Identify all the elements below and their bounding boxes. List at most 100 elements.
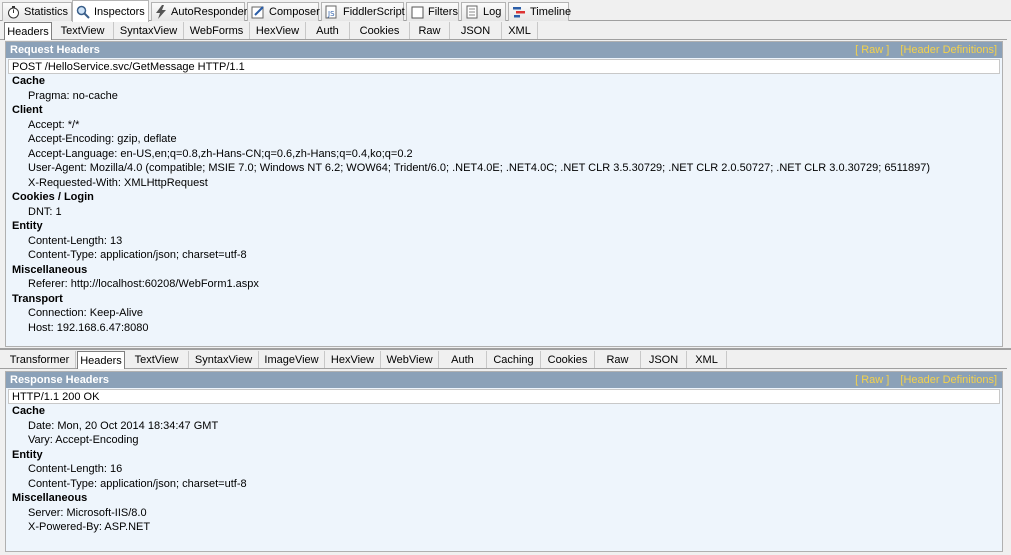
response-tab-auth[interactable]: Auth	[439, 351, 487, 368]
status-line[interactable]: HTTP/1.1 200 OK	[8, 389, 1000, 404]
header-group[interactable]: Cookies / Login	[6, 190, 1002, 205]
request-line[interactable]: POST /HelloService.svc/GetMessage HTTP/1…	[8, 59, 1000, 74]
tab-label: Headers	[80, 354, 122, 367]
header-group[interactable]: Entity	[6, 448, 1002, 463]
response-tab-cookies[interactable]: Cookies	[541, 351, 595, 368]
response-tab-hexview[interactable]: HexView	[325, 351, 381, 368]
request-tab-json[interactable]: JSON	[450, 22, 502, 39]
request-tab-bar: Headers TextView SyntaxView WebForms Hex…	[0, 21, 1007, 40]
header-group[interactable]: Cache	[6, 74, 1002, 89]
header-item[interactable]: X-Powered-By: ASP.NET	[6, 520, 1002, 535]
response-tab-xml[interactable]: XML	[687, 351, 727, 368]
response-tab-syntaxview[interactable]: SyntaxView	[189, 351, 259, 368]
header-group[interactable]: Miscellaneous	[6, 491, 1002, 506]
header-group[interactable]: Entity	[6, 219, 1002, 234]
request-tab-xml[interactable]: XML	[502, 22, 538, 39]
tab-filters[interactable]: Filters	[406, 2, 459, 21]
header-item[interactable]: Vary: Accept-Encoding	[6, 433, 1002, 448]
header-item[interactable]: Content-Type: application/json; charset=…	[6, 477, 1002, 492]
tab-label: Statistics	[24, 6, 69, 18]
response-tab-webview[interactable]: WebView	[381, 351, 439, 368]
request-header-tree: Cache Pragma: no-cache Client Accept: */…	[6, 74, 1002, 335]
tab-label: Log	[483, 6, 502, 18]
tab-label: JSON	[648, 353, 679, 366]
tab-label: Filters	[428, 6, 458, 18]
lightning-icon	[155, 5, 167, 19]
timeline-icon	[512, 5, 526, 19]
tab-label: SyntaxView	[194, 353, 253, 366]
request-tab-syntaxview[interactable]: SyntaxView	[114, 22, 184, 39]
script-icon: JS	[325, 5, 339, 19]
request-tab-raw[interactable]: Raw	[410, 22, 450, 39]
tab-composer[interactable]: Composer	[247, 2, 320, 21]
tab-label: HexView	[330, 353, 375, 366]
header-item[interactable]: DNT: 1	[6, 205, 1002, 220]
tab-label: HexView	[255, 24, 300, 37]
tab-label: Auth	[451, 353, 474, 366]
header-group[interactable]: Miscellaneous	[6, 263, 1002, 278]
request-tab-webforms[interactable]: WebForms	[184, 22, 250, 39]
header-item[interactable]: X-Requested-With: XMLHttpRequest	[6, 176, 1002, 191]
header-definitions-link[interactable]: [Header Definitions]	[900, 374, 997, 386]
response-tab-headers[interactable]: Headers	[77, 351, 125, 369]
header-item[interactable]: Accept-Encoding: gzip, deflate	[6, 132, 1002, 147]
magnifier-icon	[76, 5, 90, 19]
response-header-tree: Cache Date: Mon, 20 Oct 2014 18:34:47 GM…	[6, 404, 1002, 535]
svg-text:JS: JS	[327, 10, 335, 18]
response-tab-transformer[interactable]: Transformer	[4, 351, 76, 368]
request-headers-panel: Request Headers [ Raw ] [Header Definiti…	[5, 41, 1003, 347]
header-definitions-link[interactable]: [Header Definitions]	[900, 44, 997, 56]
response-tab-raw[interactable]: Raw	[595, 351, 641, 368]
panel-title: Request Headers	[10, 44, 100, 56]
header-item[interactable]: Content-Length: 16	[6, 462, 1002, 477]
request-tab-auth[interactable]: Auth	[306, 22, 350, 39]
header-item[interactable]: Host: 192.168.6.47:8080	[6, 321, 1002, 336]
response-tab-imageview[interactable]: ImageView	[259, 351, 325, 368]
tab-autoresponder[interactable]: AutoResponder	[151, 2, 247, 21]
main-tab-bar: Statistics Inspectors AutoResponder Comp…	[0, 0, 1011, 22]
header-group[interactable]: Transport	[6, 292, 1002, 307]
tab-statistics[interactable]: Statistics	[2, 2, 72, 21]
response-tab-bar: Transformer Headers TextView SyntaxView …	[0, 350, 1007, 369]
panel-title: Response Headers	[10, 374, 110, 386]
tab-label: FiddlerScript	[343, 6, 405, 18]
tab-label: WebView	[386, 353, 433, 366]
header-item[interactable]: Server: Microsoft-IIS/8.0	[6, 506, 1002, 521]
checkbox-icon	[410, 5, 424, 19]
header-item[interactable]: User-Agent: Mozilla/4.0 (compatible; MSI…	[6, 161, 1002, 176]
tab-label: Transformer	[9, 353, 70, 366]
tab-label: Raw	[606, 353, 629, 366]
request-tab-textview[interactable]: TextView	[52, 22, 114, 39]
header-item[interactable]: Accept: */*	[6, 118, 1002, 133]
tab-label: JSON	[460, 24, 491, 37]
tab-timeline[interactable]: Timeline	[508, 2, 571, 21]
header-group[interactable]: Cache	[6, 404, 1002, 419]
raw-link[interactable]: [ Raw ]	[855, 44, 889, 56]
header-item[interactable]: Pragma: no-cache	[6, 89, 1002, 104]
header-item[interactable]: Date: Mon, 20 Oct 2014 18:34:47 GMT	[6, 419, 1002, 434]
tab-log[interactable]: Log	[461, 2, 506, 21]
header-item[interactable]: Connection: Keep-Alive	[6, 306, 1002, 321]
tab-inspectors[interactable]: Inspectors	[72, 0, 149, 22]
tab-label: Inspectors	[94, 5, 145, 18]
tab-fiddlerscript[interactable]: JS FiddlerScript	[321, 2, 405, 21]
request-tab-headers[interactable]: Headers	[4, 22, 52, 40]
header-group[interactable]: Client	[6, 103, 1002, 118]
response-tab-textview[interactable]: TextView	[125, 351, 189, 368]
header-item[interactable]: Content-Length: 13	[6, 234, 1002, 249]
tab-label: Raw	[418, 24, 441, 37]
header-item[interactable]: Accept-Language: en-US,en;q=0.8,zh-Hans-…	[6, 147, 1002, 162]
tab-label: TextView	[134, 353, 179, 366]
raw-link[interactable]: [ Raw ]	[855, 374, 889, 386]
response-headers-panel: Response Headers [ Raw ] [Header Definit…	[5, 371, 1003, 552]
header-item[interactable]: Content-Type: application/json; charset=…	[6, 248, 1002, 263]
response-tab-json[interactable]: JSON	[641, 351, 687, 368]
response-tab-caching[interactable]: Caching	[487, 351, 541, 368]
tab-label: Auth	[316, 24, 339, 37]
document-icon	[465, 5, 479, 19]
request-tab-hexview[interactable]: HexView	[250, 22, 306, 39]
tab-label: SyntaxView	[119, 24, 178, 37]
request-tab-cookies[interactable]: Cookies	[350, 22, 410, 39]
tab-label: Cookies	[359, 24, 400, 37]
header-item[interactable]: Referer: http://localhost:60208/WebForm1…	[6, 277, 1002, 292]
